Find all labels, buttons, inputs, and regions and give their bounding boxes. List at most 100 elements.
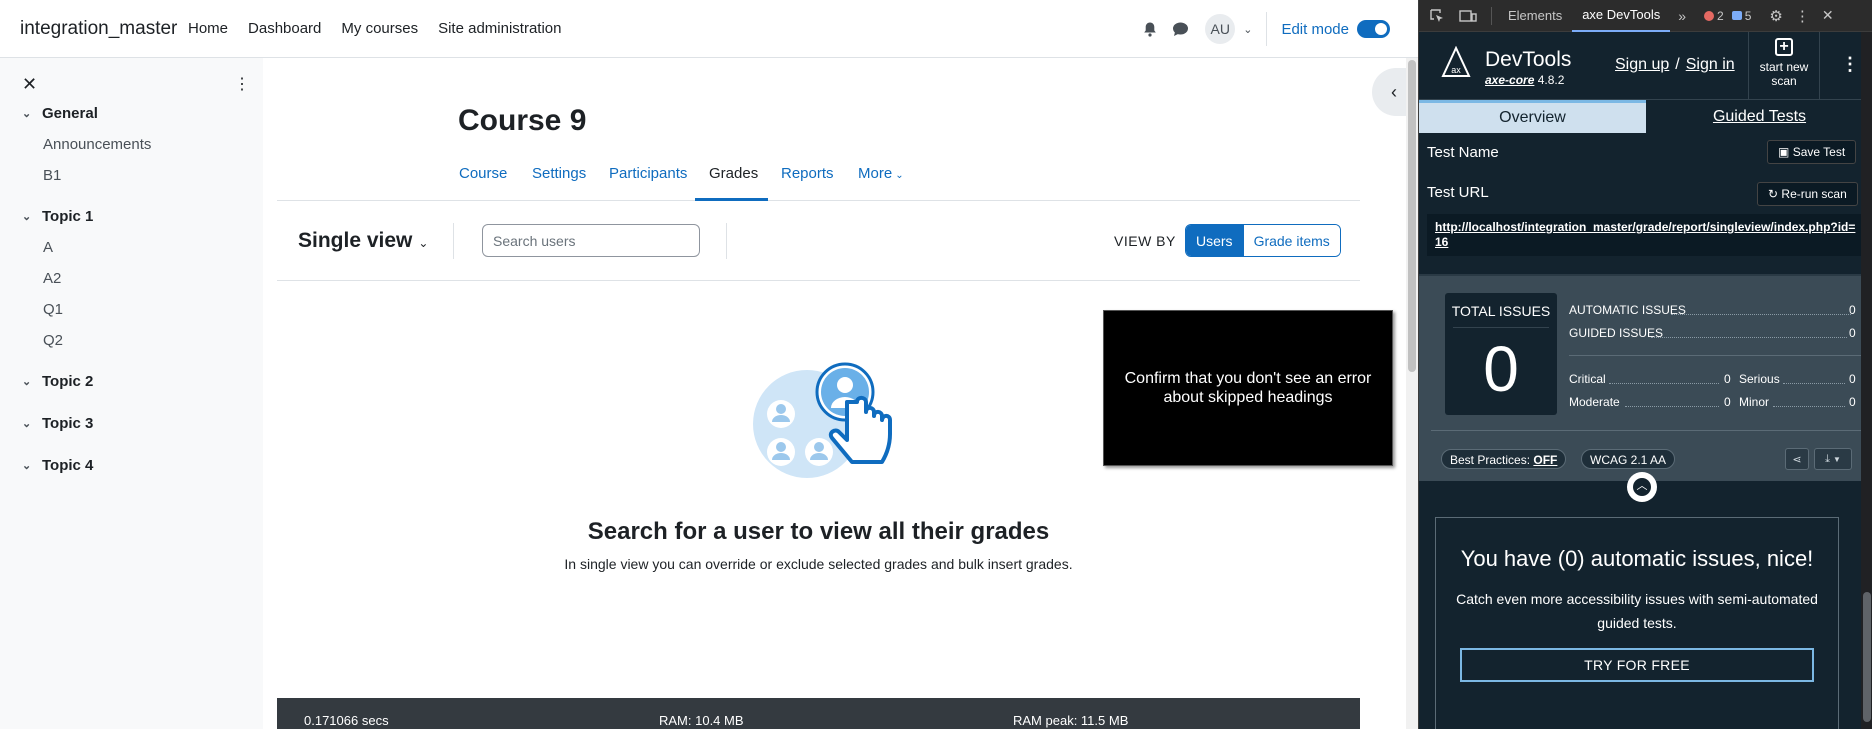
search-users-input[interactable]: Search users bbox=[482, 224, 700, 257]
kebab-menu-icon[interactable]: ⋮ bbox=[234, 74, 250, 94]
device-toolbar-icon[interactable] bbox=[1459, 8, 1477, 24]
chevron-up-icon: ︿ bbox=[1633, 478, 1651, 496]
edit-mode-label: Edit mode bbox=[1281, 20, 1349, 38]
footer-secs: 0.171066 secs bbox=[304, 713, 389, 728]
save-test-button[interactable]: ▣ Save Test bbox=[1767, 140, 1857, 164]
section-general[interactable]: ⌄ General bbox=[22, 105, 98, 122]
wcag-standard-selector[interactable]: WCAG 2.1 AA bbox=[1581, 449, 1676, 469]
settings-gear-icon[interactable]: ⚙ bbox=[1769, 7, 1782, 25]
guided-tests-promo: You have (0) automatic issues, nice! Cat… bbox=[1435, 517, 1839, 729]
kebab-menu-icon[interactable]: ⋮ bbox=[1795, 7, 1810, 25]
empty-state-text: In single view you can override or exclu… bbox=[564, 556, 1073, 572]
footer-ram: RAM: 10.4 MB bbox=[659, 713, 744, 728]
tab-more[interactable]: More ⌄ bbox=[858, 165, 904, 182]
navbar: integration_master Home Dashboard My cou… bbox=[0, 0, 1418, 58]
view-by-toggle: Users Grade items bbox=[1185, 224, 1341, 257]
kebab-menu-icon[interactable]: ⋮ bbox=[1841, 54, 1859, 75]
total-issues-box: TOTAL ISSUES 0 bbox=[1445, 293, 1557, 415]
close-icon[interactable]: ✕ bbox=[22, 74, 37, 95]
chevron-down-icon: ⌄ bbox=[22, 418, 32, 430]
section-topic-3[interactable]: ⌄ Topic 3 bbox=[22, 415, 93, 432]
chevron-down-icon: ⌄ bbox=[22, 460, 32, 472]
chevron-down-icon[interactable]: ⌄ bbox=[1243, 23, 1252, 36]
course-index-item[interactable]: Q2 bbox=[43, 332, 63, 349]
edit-mode-toggle[interactable] bbox=[1357, 20, 1390, 38]
minor-label: Minor bbox=[1739, 395, 1770, 409]
nav-home[interactable]: Home bbox=[188, 20, 228, 37]
serious-label: Serious bbox=[1739, 372, 1780, 386]
sign-in-link[interactable]: Sign in bbox=[1686, 56, 1735, 73]
axe-header: ax DevTools axe-core 4.8.2 Sign up / Sign … bbox=[1419, 32, 1872, 100]
more-tabs-icon[interactable]: » bbox=[1678, 8, 1686, 24]
total-issues-count: 0 bbox=[1483, 333, 1519, 405]
report-selector[interactable]: Single view ⌄ bbox=[298, 229, 428, 253]
empty-state-heading: Search for a user to view all their grad… bbox=[587, 518, 1050, 545]
sign-up-link[interactable]: Sign up bbox=[1615, 56, 1669, 73]
chevron-down-icon: ⌄ bbox=[22, 211, 32, 223]
rerun-scan-button[interactable]: ↻ Re-run scan bbox=[1757, 182, 1858, 206]
view-by-label: VIEW BY bbox=[1114, 233, 1176, 249]
minor-count: 0 bbox=[1849, 395, 1856, 409]
tab-elements[interactable]: Elements bbox=[1498, 0, 1572, 32]
section-topic-4[interactable]: ⌄ Topic 4 bbox=[22, 457, 93, 474]
tab-reports[interactable]: Reports bbox=[781, 165, 834, 182]
tab-axe-devtools[interactable]: axe DevTools bbox=[1572, 0, 1671, 32]
best-practices-toggle[interactable]: Best Practices: OFF bbox=[1441, 449, 1567, 469]
share-icon[interactable]: ⋖ bbox=[1785, 448, 1809, 470]
tab-guided-tests[interactable]: Guided Tests bbox=[1646, 100, 1872, 133]
automatic-issues-label: AUTOMATIC ISSUES bbox=[1569, 303, 1686, 317]
moderate-label: Moderate bbox=[1569, 395, 1620, 409]
user-avatar[interactable]: AU bbox=[1205, 14, 1236, 44]
section-topic-2[interactable]: ⌄ Topic 2 bbox=[22, 373, 93, 390]
tab-grades[interactable]: Grades bbox=[709, 165, 758, 182]
chevron-down-icon: ⌄ bbox=[22, 108, 32, 120]
site-brand[interactable]: integration_master bbox=[20, 18, 188, 40]
start-new-scan-button[interactable]: + start new scan bbox=[1748, 32, 1820, 100]
primary-nav: Home Dashboard My courses Site administr… bbox=[188, 20, 562, 37]
promo-text: Catch even more accessibility issues wit… bbox=[1456, 591, 1818, 631]
test-name-label: Test Name bbox=[1427, 144, 1499, 161]
tab-overview[interactable]: Overview bbox=[1419, 100, 1646, 133]
errors-badge[interactable]: 2 bbox=[1704, 9, 1724, 23]
moderate-count: 0 bbox=[1724, 395, 1731, 409]
page-title: Course 9 bbox=[458, 104, 587, 137]
nav-my-courses[interactable]: My courses bbox=[341, 20, 418, 37]
bell-icon[interactable] bbox=[1142, 21, 1158, 37]
chat-icon[interactable] bbox=[1172, 21, 1189, 37]
view-grade-items-button[interactable]: Grade items bbox=[1242, 225, 1340, 256]
page-footer: 0.171066 secs RAM: 10.4 MB RAM peak: 11.… bbox=[277, 698, 1360, 729]
devtools-scrollbar[interactable] bbox=[1861, 32, 1872, 729]
svg-text:ax: ax bbox=[1451, 65, 1461, 75]
close-icon[interactable]: ✕ bbox=[1822, 7, 1834, 24]
nav-site-administration[interactable]: Site administration bbox=[438, 20, 561, 37]
devtools-panel: Elements axe DevTools » 2 5 ⚙ ⋮ ✕ ax Dev… bbox=[1418, 0, 1872, 729]
messages-badge[interactable]: 5 bbox=[1731, 9, 1751, 23]
course-index-item[interactable]: Q1 bbox=[43, 301, 63, 318]
tab-course[interactable]: Course bbox=[459, 165, 507, 182]
course-index-item[interactable]: Announcements bbox=[43, 136, 151, 153]
download-icon: ⤓ bbox=[1825, 452, 1830, 465]
collapse-summary-button[interactable]: ︿ bbox=[1627, 472, 1657, 502]
course-index-item[interactable]: B1 bbox=[43, 167, 61, 184]
axe-title: DevTools bbox=[1485, 48, 1572, 71]
issues-summary: TOTAL ISSUES 0 AUTOMATIC ISSUES 0 GUIDED… bbox=[1419, 274, 1872, 481]
course-index-item[interactable]: A bbox=[43, 239, 53, 256]
export-button[interactable]: ⤓ ▼ bbox=[1814, 448, 1852, 470]
tab-settings[interactable]: Settings bbox=[532, 165, 586, 182]
tab-participants[interactable]: Participants bbox=[609, 165, 687, 182]
test-url-link[interactable]: http://localhost/integration_master/grad… bbox=[1427, 214, 1867, 256]
course-index-drawer: ✕ ⋮ ⌄ General Announcements B1 ⌄ Topic 1 A… bbox=[0, 58, 263, 729]
test-url-label: Test URL bbox=[1427, 184, 1489, 201]
view-users-button[interactable]: Users bbox=[1186, 225, 1243, 256]
search-users-illustration bbox=[753, 362, 892, 478]
section-topic-1[interactable]: ⌄ Topic 1 bbox=[22, 208, 93, 225]
error-icon bbox=[1704, 10, 1715, 21]
try-for-free-button[interactable]: TRY FOR FREE bbox=[1460, 648, 1814, 682]
course-index-item[interactable]: A2 bbox=[43, 270, 61, 287]
test-instruction-overlay: Confirm that you don't see an error abou… bbox=[1103, 310, 1393, 466]
nav-dashboard[interactable]: Dashboard bbox=[248, 20, 321, 37]
moodle-page: integration_master Home Dashboard My cou… bbox=[0, 0, 1418, 729]
page-scrollbar[interactable] bbox=[1406, 58, 1418, 729]
inspect-element-icon[interactable] bbox=[1429, 8, 1445, 24]
promo-heading: You have (0) automatic issues, nice! bbox=[1460, 546, 1814, 571]
